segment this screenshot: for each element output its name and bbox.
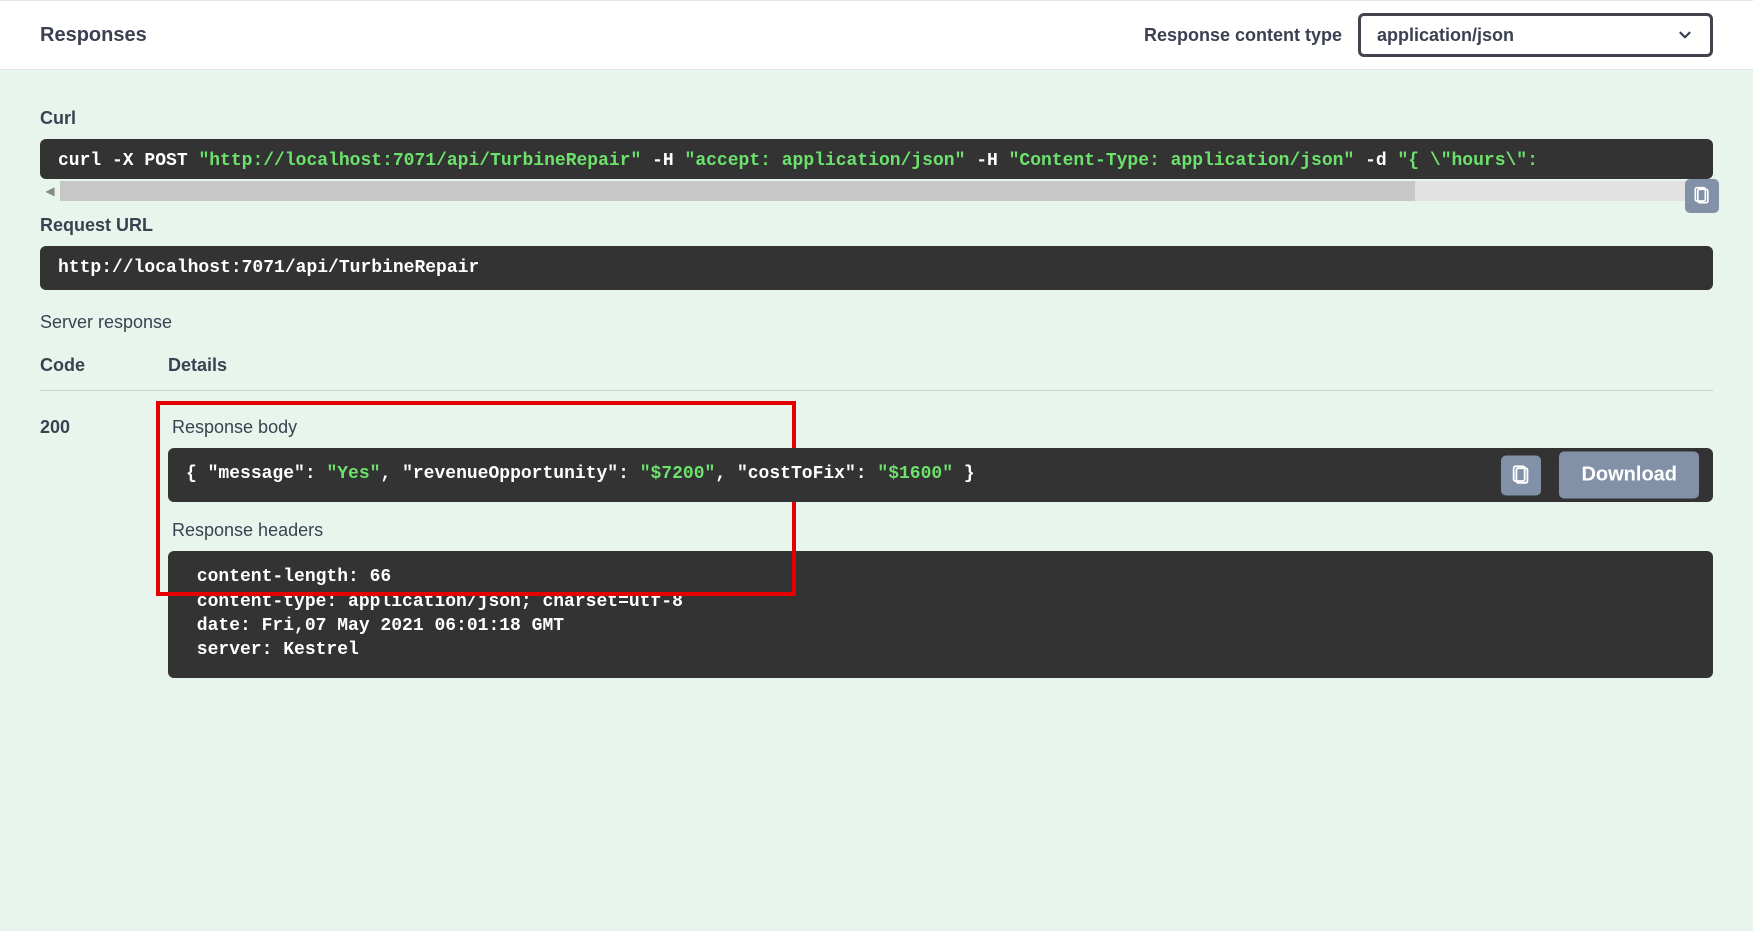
scroll-track[interactable] xyxy=(60,181,1693,201)
response-code: 200 xyxy=(40,409,168,678)
copy-response-button[interactable] xyxy=(1501,455,1541,495)
curl-horizontal-scrollbar[interactable]: ◀ ▶ xyxy=(40,181,1713,201)
response-body-block[interactable]: { "message": "Yes", "revenueOpportunity"… xyxy=(168,448,1713,502)
response-headers-block[interactable]: content-length: 66 content-type: applica… xyxy=(168,551,1713,678)
content-type-selector-wrap: Response content type application/json xyxy=(1144,13,1713,57)
content-type-select[interactable]: application/json xyxy=(1358,13,1713,57)
response-headers-label: Response headers xyxy=(172,520,1713,541)
copy-curl-button[interactable] xyxy=(1685,179,1719,213)
curl-command-block[interactable]: curl -X POST "http://localhost:7071/api/… xyxy=(40,139,1713,179)
content-type-label: Response content type xyxy=(1144,25,1342,46)
content-type-value: application/json xyxy=(1377,25,1514,46)
scroll-left-button[interactable]: ◀ xyxy=(40,181,60,201)
response-columns-header: Code Details xyxy=(40,355,1713,391)
download-button[interactable]: Download xyxy=(1559,452,1699,499)
chevron-down-icon xyxy=(1676,26,1694,44)
response-body-label: Response body xyxy=(172,417,1713,438)
request-url-block[interactable]: http://localhost:7071/api/TurbineRepair xyxy=(40,246,1713,290)
clipboard-icon xyxy=(1692,186,1712,206)
column-details-header: Details xyxy=(168,355,227,376)
clipboard-icon xyxy=(1510,464,1532,486)
curl-label: Curl xyxy=(40,108,1713,129)
responses-title: Responses xyxy=(40,24,147,47)
request-url-label: Request URL xyxy=(40,215,1713,236)
scroll-thumb[interactable] xyxy=(60,181,1415,201)
responses-header: Responses Response content type applicat… xyxy=(0,0,1753,70)
column-code-header: Code xyxy=(40,355,168,376)
server-response-label: Server response xyxy=(40,312,1713,333)
response-row-200: 200 Response body { "message": "Yes", "r… xyxy=(40,409,1713,678)
response-details: Response body { "message": "Yes", "reven… xyxy=(168,409,1713,678)
response-body-actions: Download xyxy=(1501,452,1699,499)
